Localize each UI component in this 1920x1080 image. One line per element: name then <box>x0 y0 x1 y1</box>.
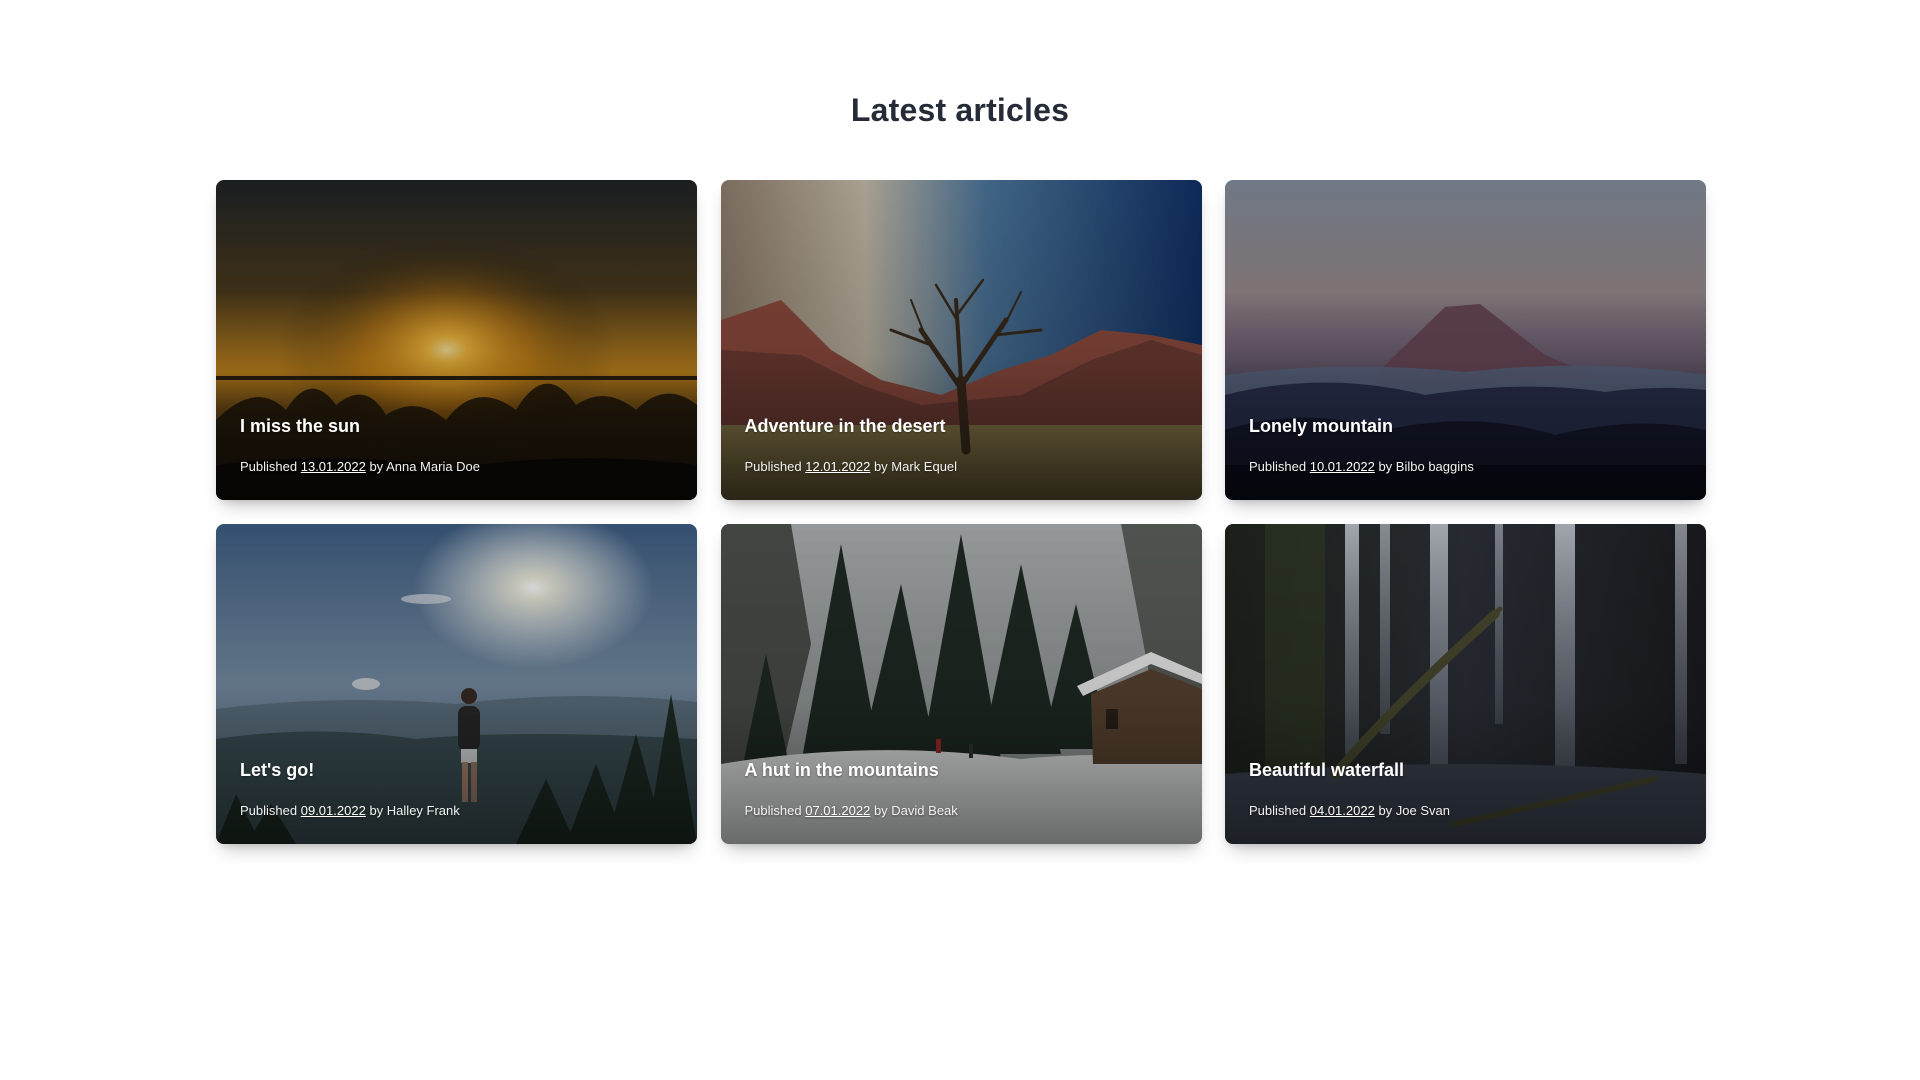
section-title: Latest articles <box>850 92 1070 128</box>
article-author: Mark Equel <box>891 459 958 474</box>
article-title[interactable]: A hut in the mountains <box>745 760 1178 781</box>
by-label: by <box>873 803 888 818</box>
article-card-hut[interactable]: A hut in the mountains Published 07.01.2… <box>720 524 1202 844</box>
article-title[interactable]: I miss the sun <box>240 416 673 437</box>
by-label: by <box>369 803 384 818</box>
article-meta: Published 12.01.2022 by Mark Equel <box>745 459 1178 474</box>
article-title[interactable]: Adventure in the desert <box>745 416 1178 437</box>
article-date-link[interactable]: 04.01.2022 <box>1310 803 1375 818</box>
article-card-hiker[interactable]: Let's go! Published 09.01.2022 by Halley… <box>216 524 697 844</box>
card-caption: A hut in the mountains Published 07.01.2… <box>745 760 1178 818</box>
article-card-waterfall[interactable]: Beautiful waterfall Published 04.01.2022… <box>1225 524 1706 844</box>
articles-grid: I miss the sun Published 13.01.2022 by A… <box>216 180 1706 844</box>
card-caption: Beautiful waterfall Published 04.01.2022… <box>1249 760 1682 818</box>
article-author: David Beak <box>891 803 958 818</box>
article-meta: Published 09.01.2022 by Halley Frank <box>240 803 673 818</box>
published-label: Published <box>240 803 298 818</box>
article-author: Joe Svan <box>1395 803 1450 818</box>
article-title[interactable]: Let's go! <box>240 760 673 781</box>
by-label: by <box>369 459 384 474</box>
card-caption: Let's go! Published 09.01.2022 by Halley… <box>240 760 673 818</box>
article-card-mountain[interactable]: Lonely mountain Published 10.01.2022 by … <box>1225 180 1706 500</box>
card-caption: I miss the sun Published 13.01.2022 by A… <box>240 416 673 474</box>
article-author: Halley Frank <box>386 803 460 818</box>
article-title[interactable]: Lonely mountain <box>1249 416 1682 437</box>
article-meta: Published 07.01.2022 by David Beak <box>745 803 1178 818</box>
card-caption: Adventure in the desert Published 12.01.… <box>745 416 1178 474</box>
published-label: Published <box>744 459 802 474</box>
by-label: by <box>1378 459 1393 474</box>
article-title[interactable]: Beautiful waterfall <box>1249 760 1682 781</box>
published-label: Published <box>744 803 802 818</box>
published-label: Published <box>1249 803 1307 818</box>
article-meta: Published 10.01.2022 by Bilbo baggins <box>1249 459 1682 474</box>
card-caption: Lonely mountain Published 10.01.2022 by … <box>1249 416 1682 474</box>
published-label: Published <box>1249 459 1307 474</box>
article-date-link[interactable]: 10.01.2022 <box>1310 459 1375 474</box>
article-date-link[interactable]: 09.01.2022 <box>301 803 366 818</box>
article-date-link[interactable]: 12.01.2022 <box>805 459 870 474</box>
article-meta: Published 04.01.2022 by Joe Svan <box>1249 803 1682 818</box>
article-card-desert[interactable]: Adventure in the desert Published 12.01.… <box>720 180 1202 500</box>
published-label: Published <box>240 459 298 474</box>
article-date-link[interactable]: 07.01.2022 <box>805 803 870 818</box>
article-meta: Published 13.01.2022 by Anna Maria Doe <box>240 459 673 474</box>
article-author: Bilbo baggins <box>1395 459 1474 474</box>
article-date-link[interactable]: 13.01.2022 <box>301 459 366 474</box>
article-card-sun[interactable]: I miss the sun Published 13.01.2022 by A… <box>216 180 697 500</box>
by-label: by <box>873 459 888 474</box>
article-author: Anna Maria Doe <box>386 459 481 474</box>
by-label: by <box>1378 803 1393 818</box>
